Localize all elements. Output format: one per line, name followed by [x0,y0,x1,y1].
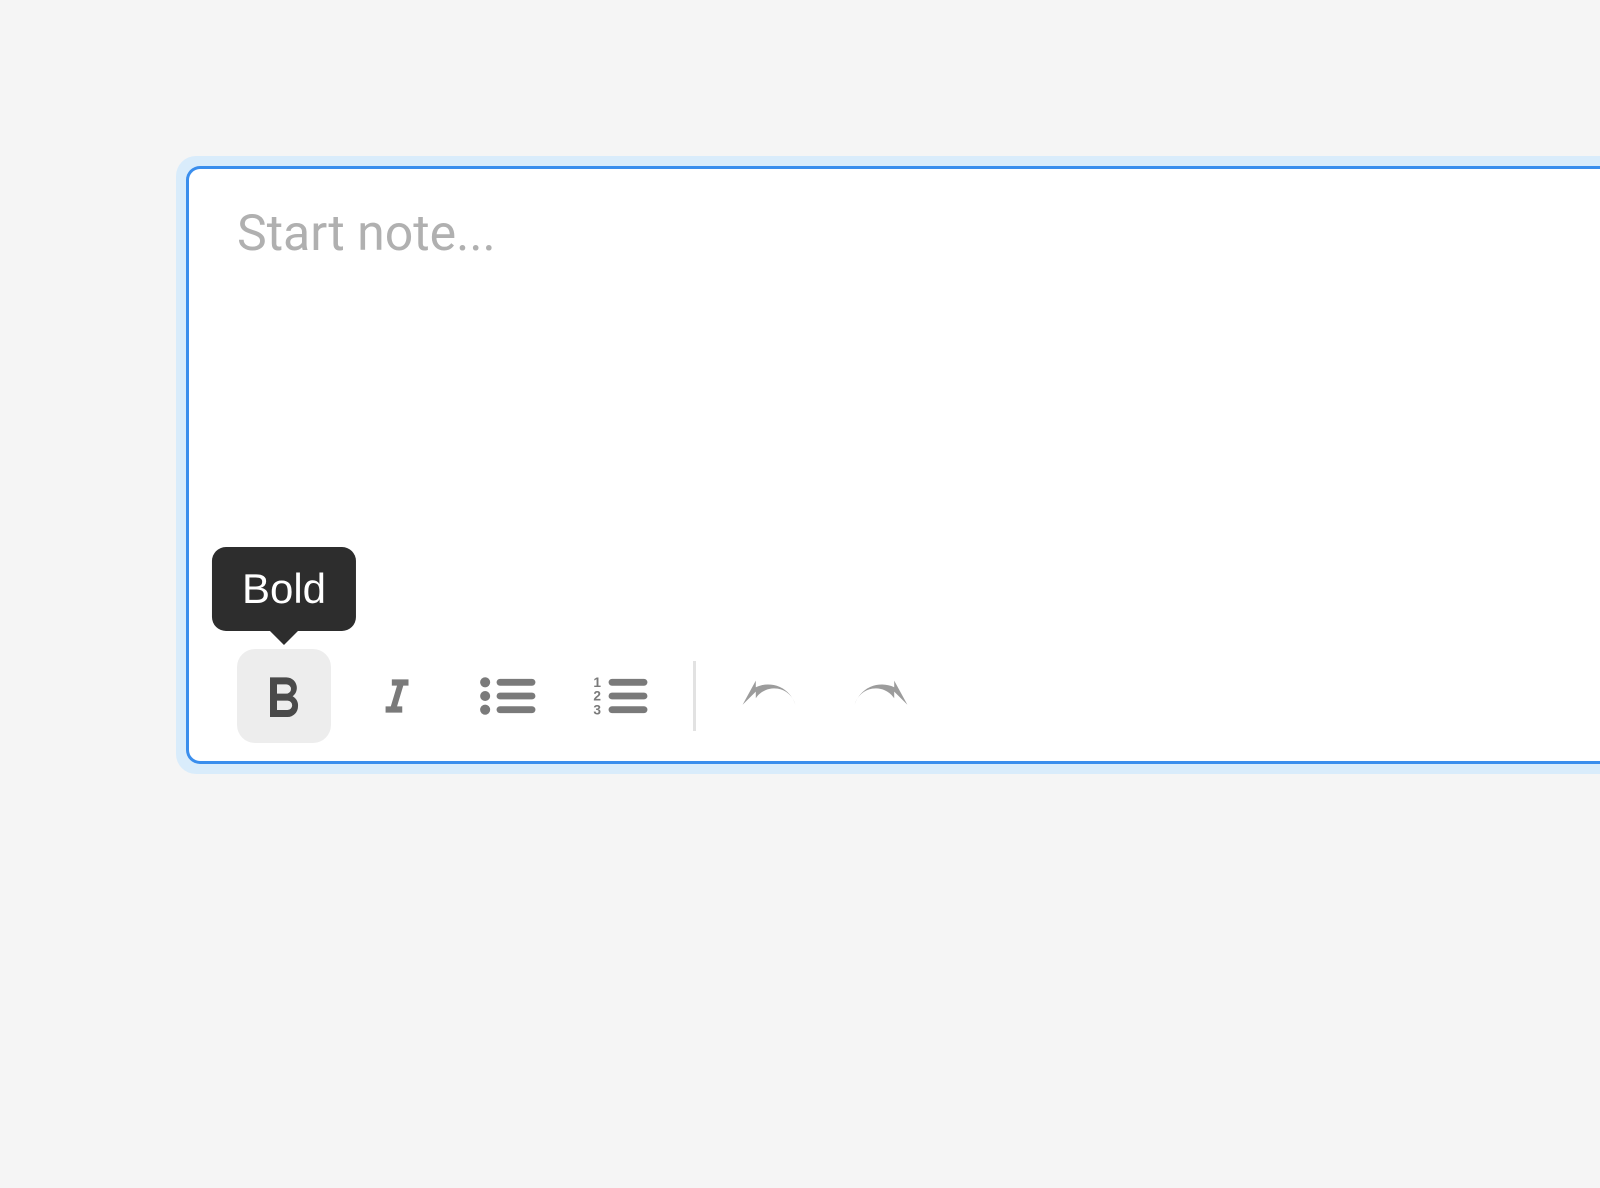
bold-tooltip: Bold [212,547,356,631]
bullet-list-icon [476,668,540,724]
bold-button[interactable]: Bold [237,649,331,743]
redo-icon [848,676,914,716]
numbered-list-button[interactable]: 1 2 3 [573,649,667,743]
note-textarea[interactable]: Start note... [189,169,1600,639]
bold-icon [256,668,312,724]
note-editor-wrapper: Start note... Bold [176,156,1600,774]
formatting-toolbar: Bold [189,639,1600,761]
numbered-list-icon: 1 2 3 [588,668,652,724]
note-editor: Start note... Bold [186,166,1600,764]
undo-button[interactable] [722,649,816,743]
italic-icon [371,668,421,724]
toolbar-divider [693,661,696,731]
svg-text:3: 3 [593,702,601,717]
undo-icon [736,676,802,716]
italic-button[interactable] [349,649,443,743]
bullet-list-button[interactable] [461,649,555,743]
redo-button[interactable] [834,649,928,743]
